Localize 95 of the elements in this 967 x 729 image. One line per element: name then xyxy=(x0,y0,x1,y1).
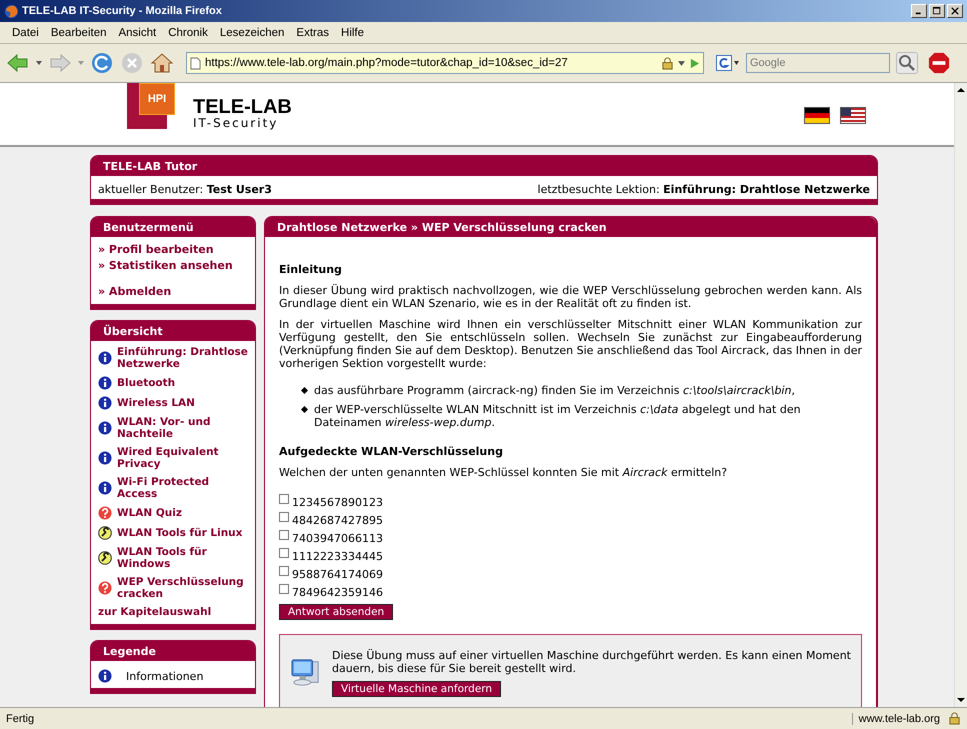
logo-title: TELE-LAB xyxy=(193,97,292,117)
checkbox[interactable] xyxy=(279,512,289,522)
minimize-button[interactable] xyxy=(911,4,927,18)
panel-title: Übersicht xyxy=(91,321,255,341)
chapter-link[interactable]: Wireless LAN xyxy=(117,397,195,409)
maximize-button[interactable] xyxy=(929,4,945,18)
logo-mark: HPI xyxy=(139,83,175,115)
lock-icon xyxy=(948,712,961,725)
info-icon xyxy=(98,396,112,410)
list-item-text: der WEP-verschlüsselte WLAN Mitschnitt ist im Verzeichnis c:\data abgelegt und hat den Dateinamen wireless-wep.dump. xyxy=(314,403,802,429)
chapter-link[interactable]: WLAN: Vor- und Nachteile xyxy=(117,416,248,440)
checkbox[interactable] xyxy=(279,548,289,558)
question-mark-icon xyxy=(98,581,112,595)
search-engine-icon[interactable] xyxy=(716,55,740,71)
status-url: www.tele-lab.org xyxy=(852,712,940,724)
close-icon xyxy=(951,7,959,15)
go-icon[interactable] xyxy=(689,58,700,68)
info-icon xyxy=(98,481,112,495)
option-label: 9588764174069 xyxy=(292,568,383,581)
notice-text: Diese Übung muss auf einer virtuellen Maschine durchgeführt werden. Es kann einen Moment dauern, bis diese für Sie bereit gestellt wird. xyxy=(332,649,851,675)
bullet-icon xyxy=(301,387,308,394)
panel-title: TELE-LAB Tutor xyxy=(91,156,877,176)
chapter-link[interactable]: WLAN Tools für Linux xyxy=(117,527,242,539)
user-menu-link[interactable]: » Abmelden xyxy=(98,284,248,300)
us-flag-icon[interactable] xyxy=(840,107,866,124)
window-title: TELE-LAB IT-Security - Mozilla Firefox xyxy=(22,5,222,17)
chapter-link[interactable]: Wi-Fi Protected Access xyxy=(117,476,248,500)
search-icon[interactable] xyxy=(896,52,918,74)
scroll-up-arrow-icon[interactable] xyxy=(957,86,965,94)
question-text: Welchen der unten genannten WEP-Schlüssel konnten Sie mit Aircrack ermitteln? xyxy=(279,466,728,479)
scrollbar[interactable] xyxy=(954,83,967,707)
status-text: Fertig xyxy=(6,712,36,724)
chapter-link[interactable]: Einführung: Drahtlose Netzwerke xyxy=(117,346,248,370)
checkbox[interactable] xyxy=(279,494,289,504)
panel-title: Legende xyxy=(91,641,255,661)
bullet-icon xyxy=(301,406,308,413)
caret-icon[interactable] xyxy=(678,60,685,66)
menu-item[interactable]: Bearbeiten xyxy=(44,26,112,38)
menu-item[interactable]: Ansicht xyxy=(112,26,162,38)
checkbox[interactable] xyxy=(279,530,289,540)
checkbox[interactable] xyxy=(279,584,289,594)
chapter-link[interactable]: Bluetooth xyxy=(117,377,176,389)
back-arrow-icon[interactable] xyxy=(6,51,30,75)
wrench-icon xyxy=(98,526,112,540)
paragraph: In der virtuellen Maschine wird Ihnen ein verschlüsselter Mitschnitt einer WLAN Kommunikation zur Verfügung gestellt, den Sie entschlüsseln sollen. Wechseln Sie zunächst zur Eingabeaufforderung (Verknüpfung finden Sie auf dem Desktop). Benutzen Sie anschließend das Tool Aircrack, das Ihnen in der vorherigen Sektion vorgestellt wurde: xyxy=(279,318,862,370)
menu-item[interactable]: Hilfe xyxy=(335,26,370,38)
submit-answer-button[interactable]: Antwort absenden xyxy=(279,604,394,620)
german-flag-icon[interactable] xyxy=(804,107,830,124)
home-icon[interactable] xyxy=(150,51,174,75)
section-heading: Aufgedeckte WLAN-Verschlüsselung xyxy=(279,445,504,458)
address-field[interactable]: https://www.tele-lab.org/main.php?mode=tutor&chap_id=10&sec_id=27 xyxy=(186,52,704,74)
menu-item[interactable]: Extras xyxy=(290,26,336,38)
legend-label: Informationen xyxy=(126,670,204,682)
option-label: 7849642359146 xyxy=(292,586,383,599)
browser-logo-icon xyxy=(4,4,19,18)
option-label: 7403947066113 xyxy=(292,532,383,545)
info-icon xyxy=(98,351,112,365)
search-field[interactable]: Google xyxy=(746,53,890,73)
request-vm-button[interactable]: Virtuelle Maschine anfordern xyxy=(332,681,502,697)
user-menu-link[interactable]: » Profil bearbeiten xyxy=(98,242,248,258)
menu-item[interactable]: Datei xyxy=(6,26,45,38)
option-label: 1112223334445 xyxy=(292,550,383,563)
stop-sign-icon[interactable] xyxy=(928,52,950,74)
panel-title: Benutzermenü xyxy=(91,217,255,237)
lock-icon xyxy=(661,56,674,70)
caret-icon[interactable] xyxy=(36,61,42,65)
chapter-link[interactable]: WLAN Quiz xyxy=(117,507,182,519)
checkbox[interactable] xyxy=(279,566,289,576)
wrench-icon xyxy=(98,551,112,565)
breadcrumb: Drahtlose Netzwerke » WEP Verschlüsselung cracken xyxy=(265,217,876,237)
user-menu-link[interactable]: » Statistiken ansehen xyxy=(98,258,248,274)
page-icon xyxy=(190,56,201,70)
current-user-text: aktueller Benutzer: Test User3 xyxy=(98,183,272,196)
info-icon xyxy=(98,451,112,465)
menu-item[interactable]: Lesezeichen xyxy=(214,26,290,38)
last-lesson-text: letztbesuchte Lektion: Einführung: Drahtlose Netzwerke xyxy=(538,183,870,196)
chapter-link[interactable]: WLAN Tools für Windows xyxy=(117,546,248,570)
menu-item[interactable]: Chronik xyxy=(162,26,214,38)
option-label: 4842687427895 xyxy=(292,514,383,527)
maximize-icon xyxy=(933,7,941,15)
option-label: 1234567890123 xyxy=(292,496,383,509)
chapter-link[interactable]: WEP Verschlüsselung cracken xyxy=(117,576,248,600)
info-icon xyxy=(98,669,112,683)
reload-icon[interactable] xyxy=(90,51,114,75)
section-heading: Einleitung xyxy=(279,263,343,276)
chapter-selection-link[interactable]: zur Kapitelauswahl xyxy=(98,606,248,618)
chapter-link[interactable]: Wired Equivalent Privacy xyxy=(117,446,248,470)
info-icon xyxy=(98,421,112,435)
paragraph: In dieser Übung wird praktisch nachvollzogen, wie die WEP Verschlüsselung gebrochen werden kann. Als Grundlage dient ein WLAN Szenario, wie es in der Realität oft zu finden ist. xyxy=(279,284,862,310)
close-button[interactable] xyxy=(947,4,963,18)
list-item-text: das ausführbare Programm (aircrack-ng) finden Sie im Verzeichnis c:\tools\aircrack\bin, xyxy=(314,384,795,397)
logo-subtitle: IT-Security xyxy=(193,117,280,130)
scroll-down-arrow-icon[interactable] xyxy=(957,696,965,704)
info-icon xyxy=(98,376,112,390)
question-mark-icon xyxy=(98,506,112,520)
